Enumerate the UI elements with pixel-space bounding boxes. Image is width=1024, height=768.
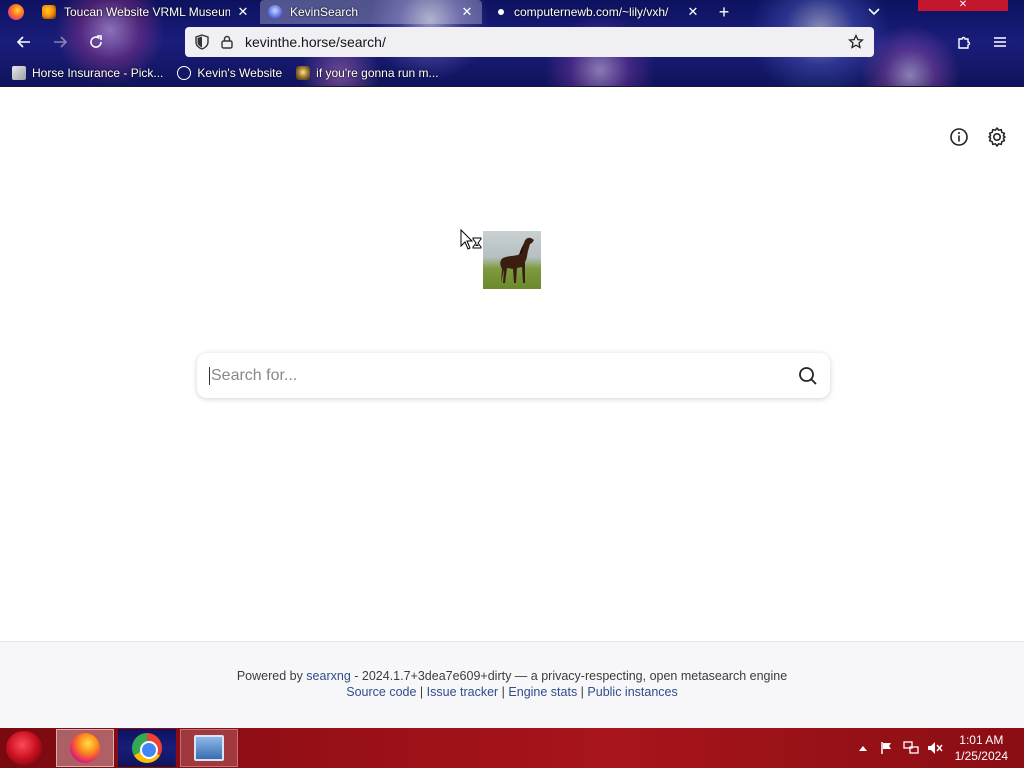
bookmarks-toolbar: Horse Insurance - Pick... Kevin's Websit… — [0, 62, 1024, 84]
tab-strip: Toucan Website VRML Museum ✕ KevinSearch… — [0, 0, 1024, 24]
start-orb-button[interactable] — [6, 731, 42, 765]
source-code-link[interactable]: Source code — [346, 685, 416, 699]
network-icon[interactable] — [901, 738, 921, 758]
engine-stats-link[interactable]: Engine stats — [508, 685, 577, 699]
horse-insurance-favicon-icon — [12, 66, 26, 80]
hamburger-menu-icon[interactable] — [988, 30, 1012, 54]
taskbar-firefox[interactable] — [56, 729, 114, 767]
extensions-puzzle-icon[interactable] — [952, 30, 976, 54]
system-clock[interactable]: 1:01 AM 1/25/2024 — [955, 732, 1008, 764]
taskbar-remote-desktop[interactable] — [180, 729, 238, 767]
bookmark-horse-insurance[interactable]: Horse Insurance - Pick... — [12, 66, 163, 80]
action-center-flag-icon[interactable] — [877, 738, 897, 758]
reload-icon[interactable] — [84, 30, 108, 54]
firefox-menu-icon[interactable] — [6, 2, 26, 22]
taskbar: 1:01 AM 1/25/2024 — [0, 728, 1024, 768]
bookmark-gonna-run[interactable]: if you're gonna run m... — [296, 66, 439, 80]
shield-icon[interactable] — [193, 33, 211, 51]
bookmark-kevins-website[interactable]: Kevin's Website — [177, 66, 282, 80]
powered-by-line: Powered by searxng - 2024.1.7+3dea7e609+… — [0, 669, 1024, 683]
bookmark-label: if you're gonna run m... — [316, 66, 439, 80]
bookmark-label: Kevin's Website — [197, 66, 283, 80]
clock-date: 1/25/2024 — [954, 749, 1008, 763]
chevron-down-icon[interactable] — [864, 2, 884, 22]
search-icon[interactable] — [796, 364, 820, 388]
system-tray: 1:01 AM 1/25/2024 — [849, 728, 1024, 768]
window-close-button[interactable]: ✕ — [918, 0, 1008, 11]
globe-icon — [177, 66, 192, 80]
forward-arrow-icon[interactable] — [48, 30, 72, 54]
page-footer: Powered by searxng - 2024.1.7+3dea7e609+… — [0, 641, 1024, 728]
bookmark-star-icon[interactable] — [846, 32, 866, 52]
back-arrow-icon[interactable] — [12, 30, 36, 54]
gear-icon[interactable] — [984, 124, 1010, 150]
toucan-favicon-icon — [42, 5, 56, 19]
searxng-link[interactable]: searxng — [306, 669, 350, 683]
link-separator: | — [416, 685, 427, 699]
taskbar-chrome[interactable] — [118, 729, 176, 767]
tab-kevinsearch[interactable]: KevinSearch ✕ — [260, 0, 482, 24]
bookmark-label: Horse Insurance - Pick... — [32, 66, 164, 80]
dot-favicon-icon — [498, 9, 504, 15]
address-bar[interactable]: kevinthe.horse/search/ — [185, 27, 874, 57]
link-separator: | — [577, 685, 588, 699]
text-caret — [209, 366, 210, 385]
volume-muted-icon[interactable] — [925, 738, 945, 758]
close-icon[interactable]: ✕ — [686, 4, 700, 19]
horse-logo-image — [483, 231, 541, 289]
tab-toucan[interactable]: Toucan Website VRML Museum ✕ — [34, 0, 258, 24]
kevinsearch-favicon-icon — [268, 5, 282, 19]
chrome-icon — [132, 732, 162, 763]
close-icon[interactable]: ✕ — [460, 4, 474, 19]
issue-tracker-link[interactable]: Issue tracker — [427, 685, 499, 699]
meme-favicon-icon — [296, 66, 311, 80]
clock-time: 1:01 AM — [959, 733, 1004, 747]
search-page: Search for... Powered by searxng - 2024.… — [0, 88, 1024, 728]
browser-chrome: Toucan Website VRML Museum ✕ KevinSearch… — [0, 0, 1024, 87]
firefox-icon — [70, 733, 100, 763]
powered-by-prefix: Powered by — [236, 669, 307, 683]
tab-computernewb[interactable]: computernewb.com/~lily/vxh/ ✕ — [486, 0, 708, 24]
show-hidden-icons-arrow-icon[interactable] — [853, 738, 873, 758]
search-input[interactable]: Search for... — [211, 367, 796, 385]
link-separator: | — [498, 685, 509, 699]
navigation-toolbar: kevinthe.horse/search/ — [0, 26, 1024, 58]
top-right-icons — [934, 124, 1010, 150]
search-box[interactable]: Search for... — [197, 353, 830, 398]
new-tab-button[interactable]: + — [714, 2, 734, 22]
lock-icon[interactable] — [219, 34, 235, 50]
url-text[interactable]: kevinthe.horse/search/ — [245, 34, 846, 50]
busy-cursor-icon — [460, 228, 484, 253]
close-icon[interactable]: ✕ — [236, 4, 250, 19]
tab-label: Toucan Website VRML Museum — [64, 5, 230, 19]
public-instances-link[interactable]: Public instances — [587, 685, 677, 699]
version-text: - 2024.1.7+3dea7e609+dirty — a privacy-r… — [350, 669, 788, 683]
tab-label: KevinSearch — [290, 5, 359, 19]
tab-label: computernewb.com/~lily/vxh/ — [514, 5, 669, 19]
remote-desktop-icon — [194, 735, 224, 761]
info-icon[interactable] — [946, 124, 972, 150]
footer-links: Source code | Issue tracker | Engine sta… — [0, 685, 1024, 699]
